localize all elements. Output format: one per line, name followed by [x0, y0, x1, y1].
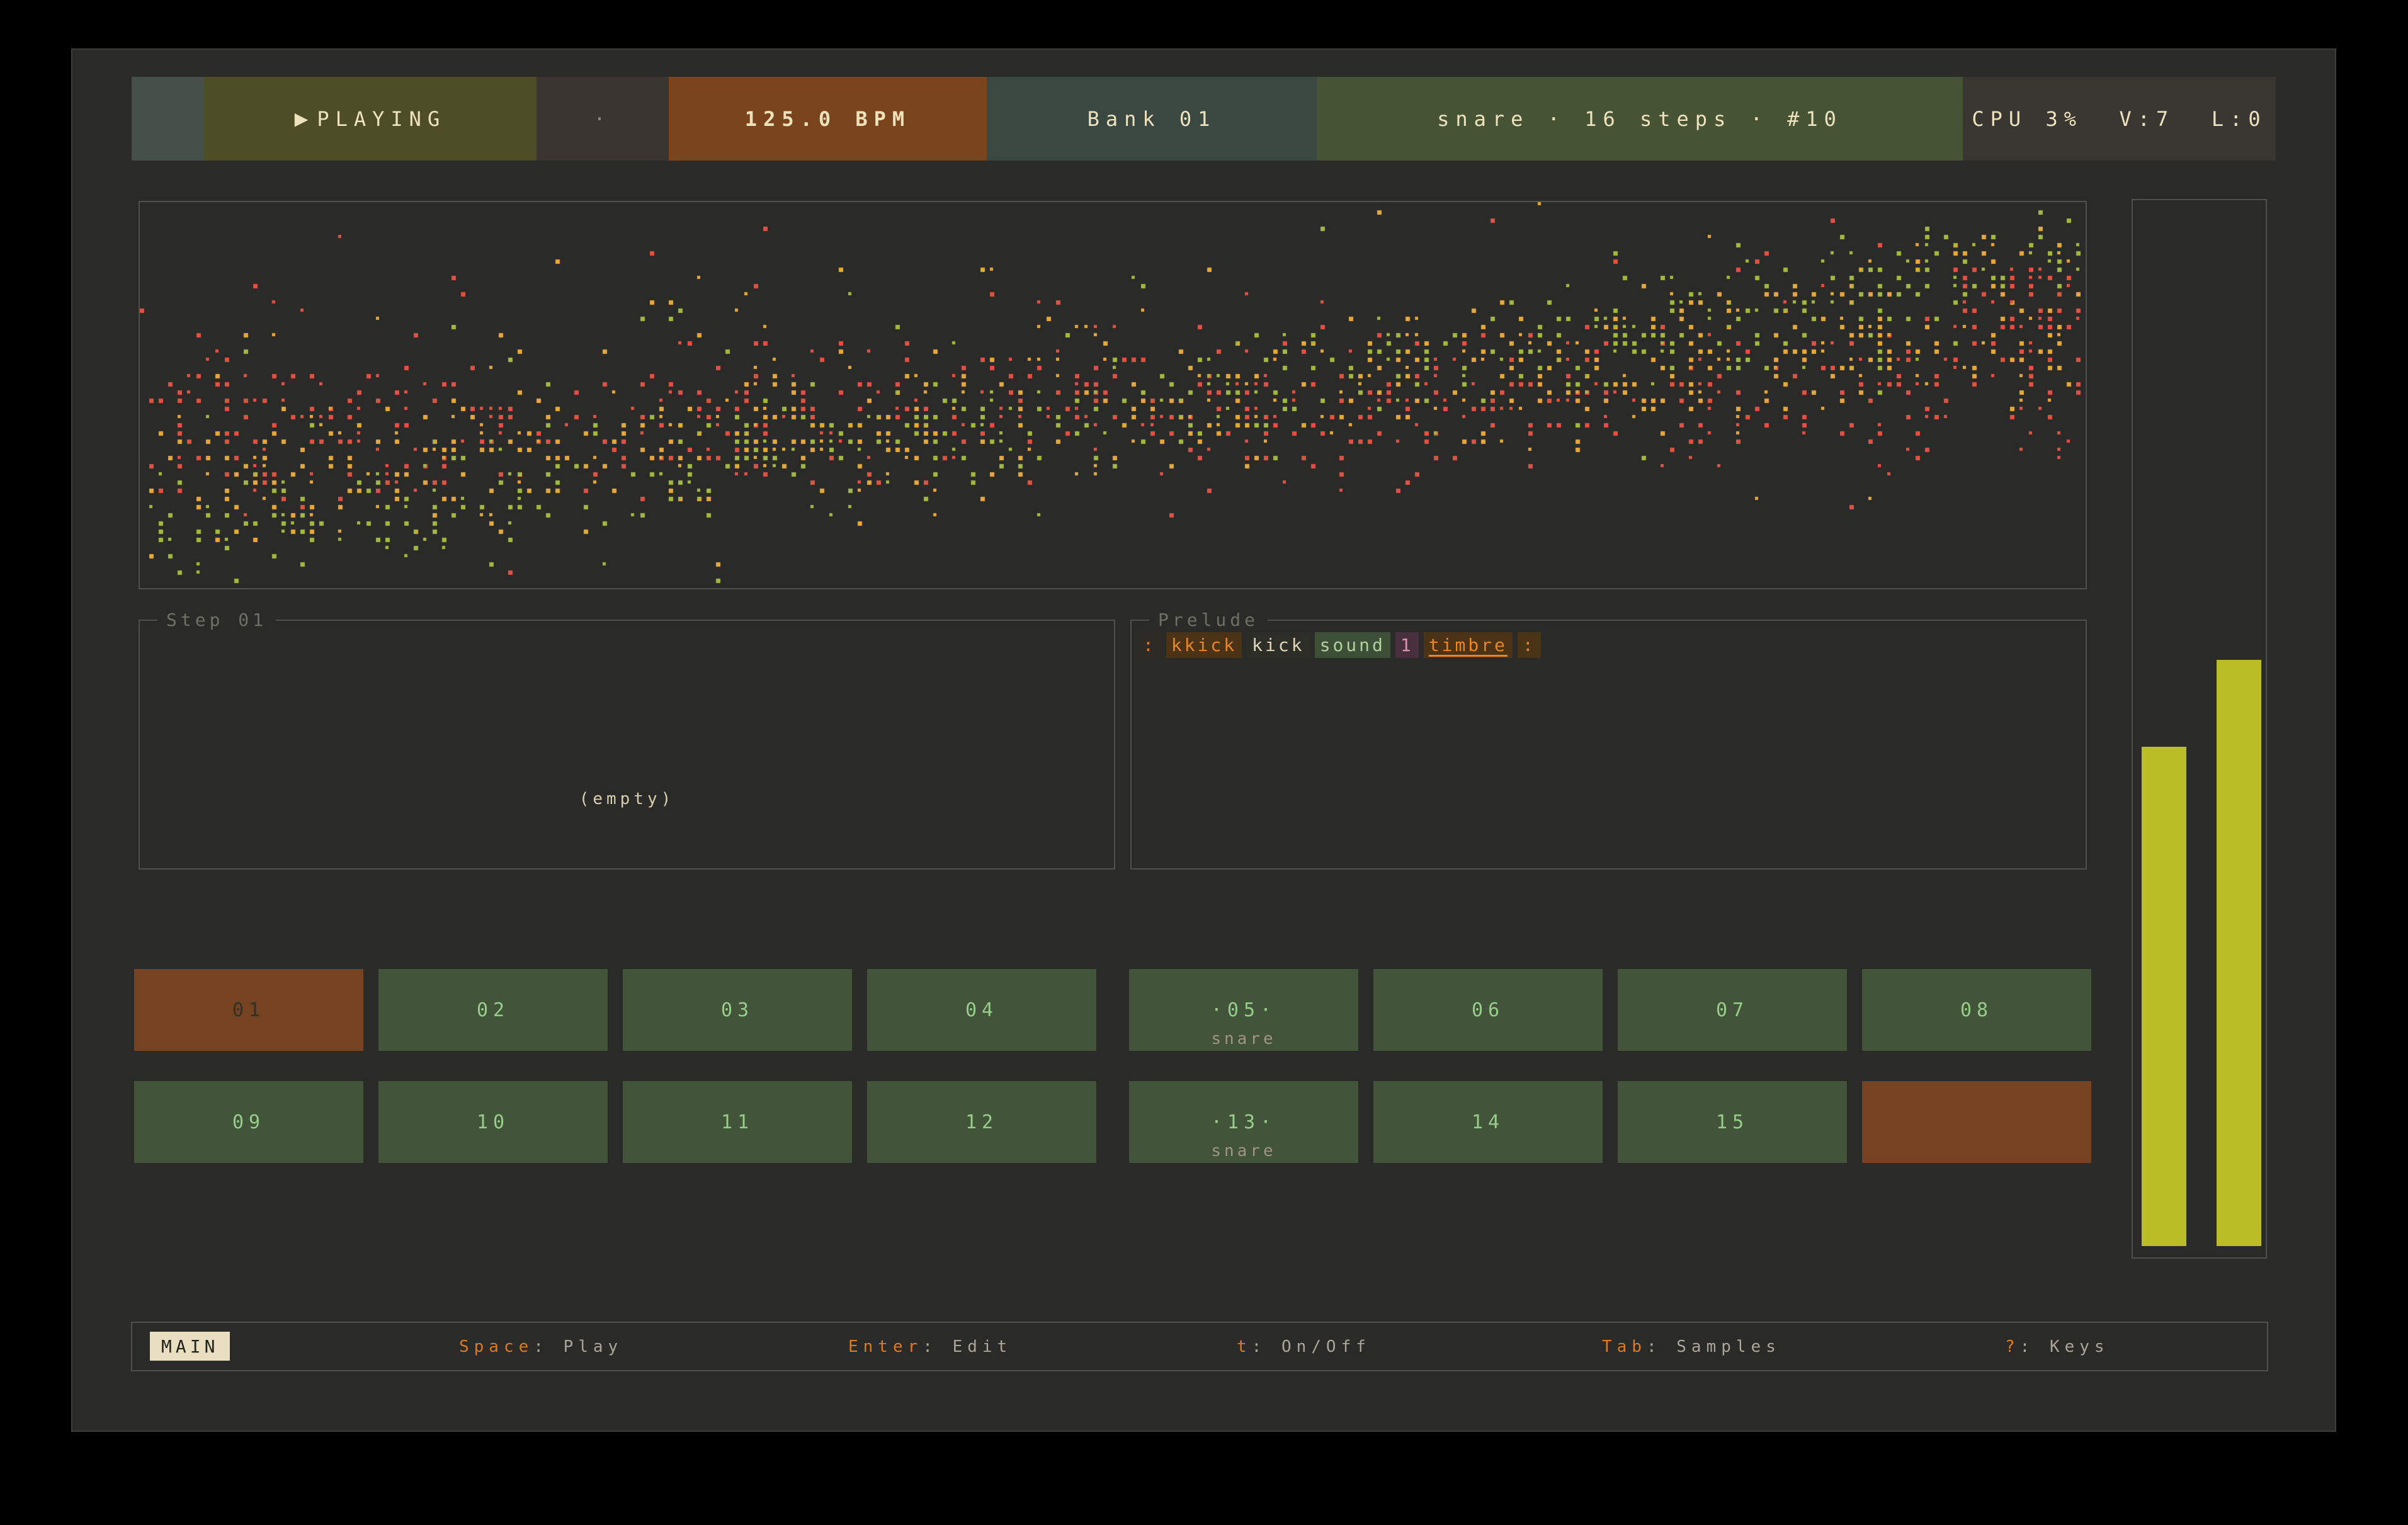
step-cell-4[interactable]: 04 — [867, 969, 1096, 1051]
step-panel-title: Step 01 — [157, 609, 276, 630]
transport-label: PLAYING — [317, 107, 446, 131]
step-cell-number: 14 — [1472, 1111, 1504, 1133]
step-cell-number: 09 — [232, 1111, 265, 1133]
step-cell-3[interactable]: 03 — [623, 969, 852, 1051]
key-hint-action: : On/Off — [1252, 1337, 1371, 1356]
step-cell-sample-name: snare — [1129, 1029, 1358, 1048]
key-hint-action: : Play — [533, 1337, 623, 1356]
mode-badge: MAIN — [150, 1332, 230, 1361]
key-hint-key: Space — [459, 1337, 533, 1356]
step-cell-14[interactable]: 14 — [1373, 1081, 1603, 1163]
key-hint-tab: Tab: Samples — [1602, 1323, 1781, 1370]
step-detail-panel: Step 01 (empty) — [139, 620, 1115, 870]
key-hint-action: : Keys — [2020, 1337, 2110, 1356]
idle-indicator: · — [537, 77, 669, 161]
app-window: ▶ PLAYING · 125.0 BPM Bank 01 snare · 16… — [71, 48, 2336, 1432]
step-cell-13[interactable]: ·13· snare — [1129, 1081, 1358, 1163]
key-hint-t: t: On/Off — [1237, 1323, 1371, 1370]
key-hint-action: : Samples — [1647, 1337, 1781, 1356]
step-cell-number: 12 — [965, 1111, 998, 1133]
transport-status[interactable]: ▶ PLAYING — [204, 77, 537, 161]
step-cell-6[interactable]: 06 — [1373, 969, 1603, 1051]
prelude-token[interactable]: : — [1518, 632, 1541, 658]
step-empty-label: (empty) — [140, 790, 1114, 808]
step-cell-number: 11 — [721, 1111, 754, 1133]
step-cell-12[interactable]: 12 — [867, 1081, 1096, 1163]
play-icon: ▶ — [295, 108, 309, 129]
key-hint-action: : Edit — [923, 1337, 1012, 1356]
step-cell-9[interactable]: 09 — [134, 1081, 363, 1163]
bank-display[interactable]: Bank 01 — [987, 77, 1317, 161]
key-hint-enter: Enter: Edit — [848, 1323, 1012, 1370]
step-cell-number: ·13· — [1211, 1111, 1276, 1133]
key-hint-key: Tab — [1602, 1337, 1647, 1356]
step-grid: 01 02 03 04 ·05· snare 06 07 08 09 10 11 12 ·13· snare… — [134, 969, 2187, 1221]
step-cell-number: 07 — [1716, 999, 1749, 1021]
transport-led — [132, 77, 204, 161]
key-hint-key: t — [1237, 1337, 1252, 1356]
vu-meter-panel — [2132, 199, 2267, 1259]
step-cell-11[interactable]: 11 — [623, 1081, 852, 1163]
prelude-token[interactable]: kick — [1247, 632, 1309, 658]
vu-bar-left — [2142, 747, 2186, 1246]
prelude-token[interactable]: sound — [1315, 632, 1390, 658]
step-cell-5[interactable]: ·05· snare — [1129, 969, 1358, 1051]
step-cell-number: 15 — [1716, 1111, 1749, 1133]
step-cell-8[interactable]: 08 — [1862, 969, 2091, 1051]
prelude-token[interactable]: kkick — [1166, 632, 1242, 658]
prelude-code-line: :kkickkicksound1timbre: — [1138, 632, 1541, 658]
key-hint-key: Enter — [848, 1337, 923, 1356]
step-cell-number: ·05· — [1211, 999, 1276, 1021]
bpm-display[interactable]: 125.0 BPM — [669, 77, 987, 161]
key-hint-help: ?: Keys — [2005, 1323, 2110, 1370]
step-cell-10[interactable]: 10 — [378, 1081, 608, 1163]
step-cell-number: 04 — [965, 999, 998, 1021]
prelude-token[interactable]: timbre — [1424, 632, 1513, 658]
top-bar: ▶ PLAYING · 125.0 BPM Bank 01 snare · 16… — [132, 77, 2276, 161]
step-cell-16[interactable] — [1862, 1081, 2091, 1163]
vu-bar-right — [2217, 660, 2261, 1246]
prelude-panel[interactable]: Prelude :kkickkicksound1timbre: — [1130, 620, 2087, 870]
step-cell-15[interactable]: 15 — [1618, 1081, 1847, 1163]
prelude-panel-title: Prelude — [1149, 609, 1268, 630]
prelude-token[interactable]: : — [1138, 632, 1161, 658]
cpu-stats: CPU 3% V:7 L:0 — [1963, 77, 2276, 161]
pattern-visualizer-canvas — [140, 202, 2086, 588]
step-cell-7[interactable]: 07 — [1618, 969, 1847, 1051]
step-cell-sample-name: snare — [1129, 1142, 1358, 1160]
step-cell-number: 10 — [477, 1111, 509, 1133]
key-hint-key: ? — [2005, 1337, 2020, 1356]
key-hint-space: Space: Play — [459, 1323, 623, 1370]
step-cell-number: 06 — [1472, 999, 1504, 1021]
step-cell-number: 01 — [232, 999, 265, 1021]
track-info: snare · 16 steps · #10 — [1317, 77, 1963, 161]
pattern-visualizer — [139, 201, 2087, 589]
step-cell-number: 02 — [477, 999, 509, 1021]
step-cell-1[interactable]: 01 — [134, 969, 363, 1051]
step-cell-number: 03 — [721, 999, 754, 1021]
status-bar: MAIN Space: Play Enter: Edit t: On/Off Tab:… — [131, 1322, 2268, 1371]
step-cell-2[interactable]: 02 — [378, 969, 608, 1051]
prelude-token[interactable]: 1 — [1395, 632, 1419, 658]
step-cell-number: 08 — [1960, 999, 1993, 1021]
